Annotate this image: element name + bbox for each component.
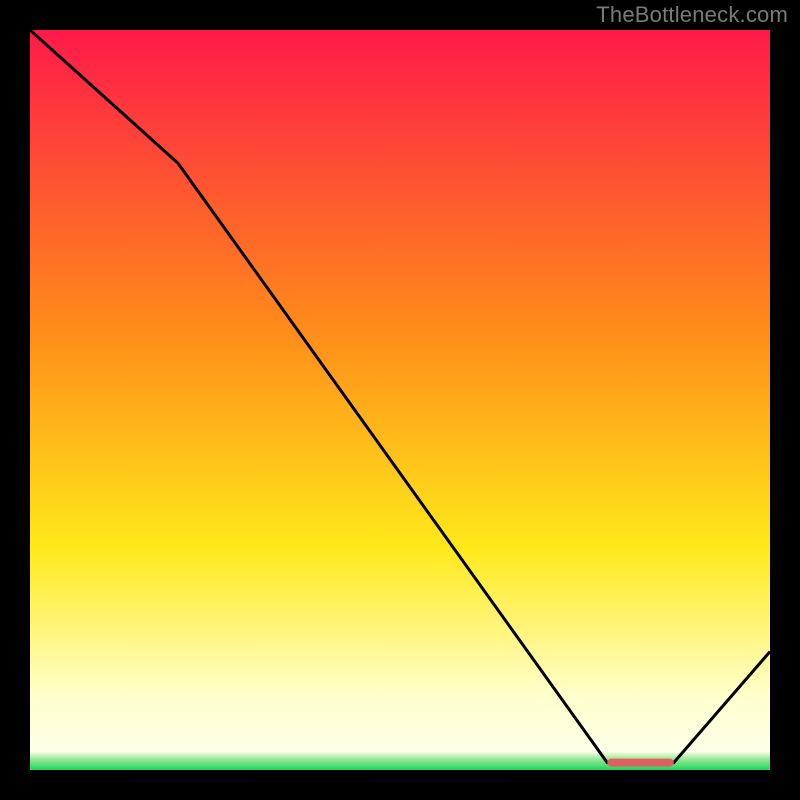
gradient-background (30, 30, 770, 770)
plot-area (30, 30, 770, 770)
chart-frame: TheBottleneck.com (0, 0, 800, 800)
optimum-marker (607, 759, 674, 767)
watermark-text: TheBottleneck.com (596, 2, 788, 28)
bottleneck-chart (30, 30, 770, 770)
